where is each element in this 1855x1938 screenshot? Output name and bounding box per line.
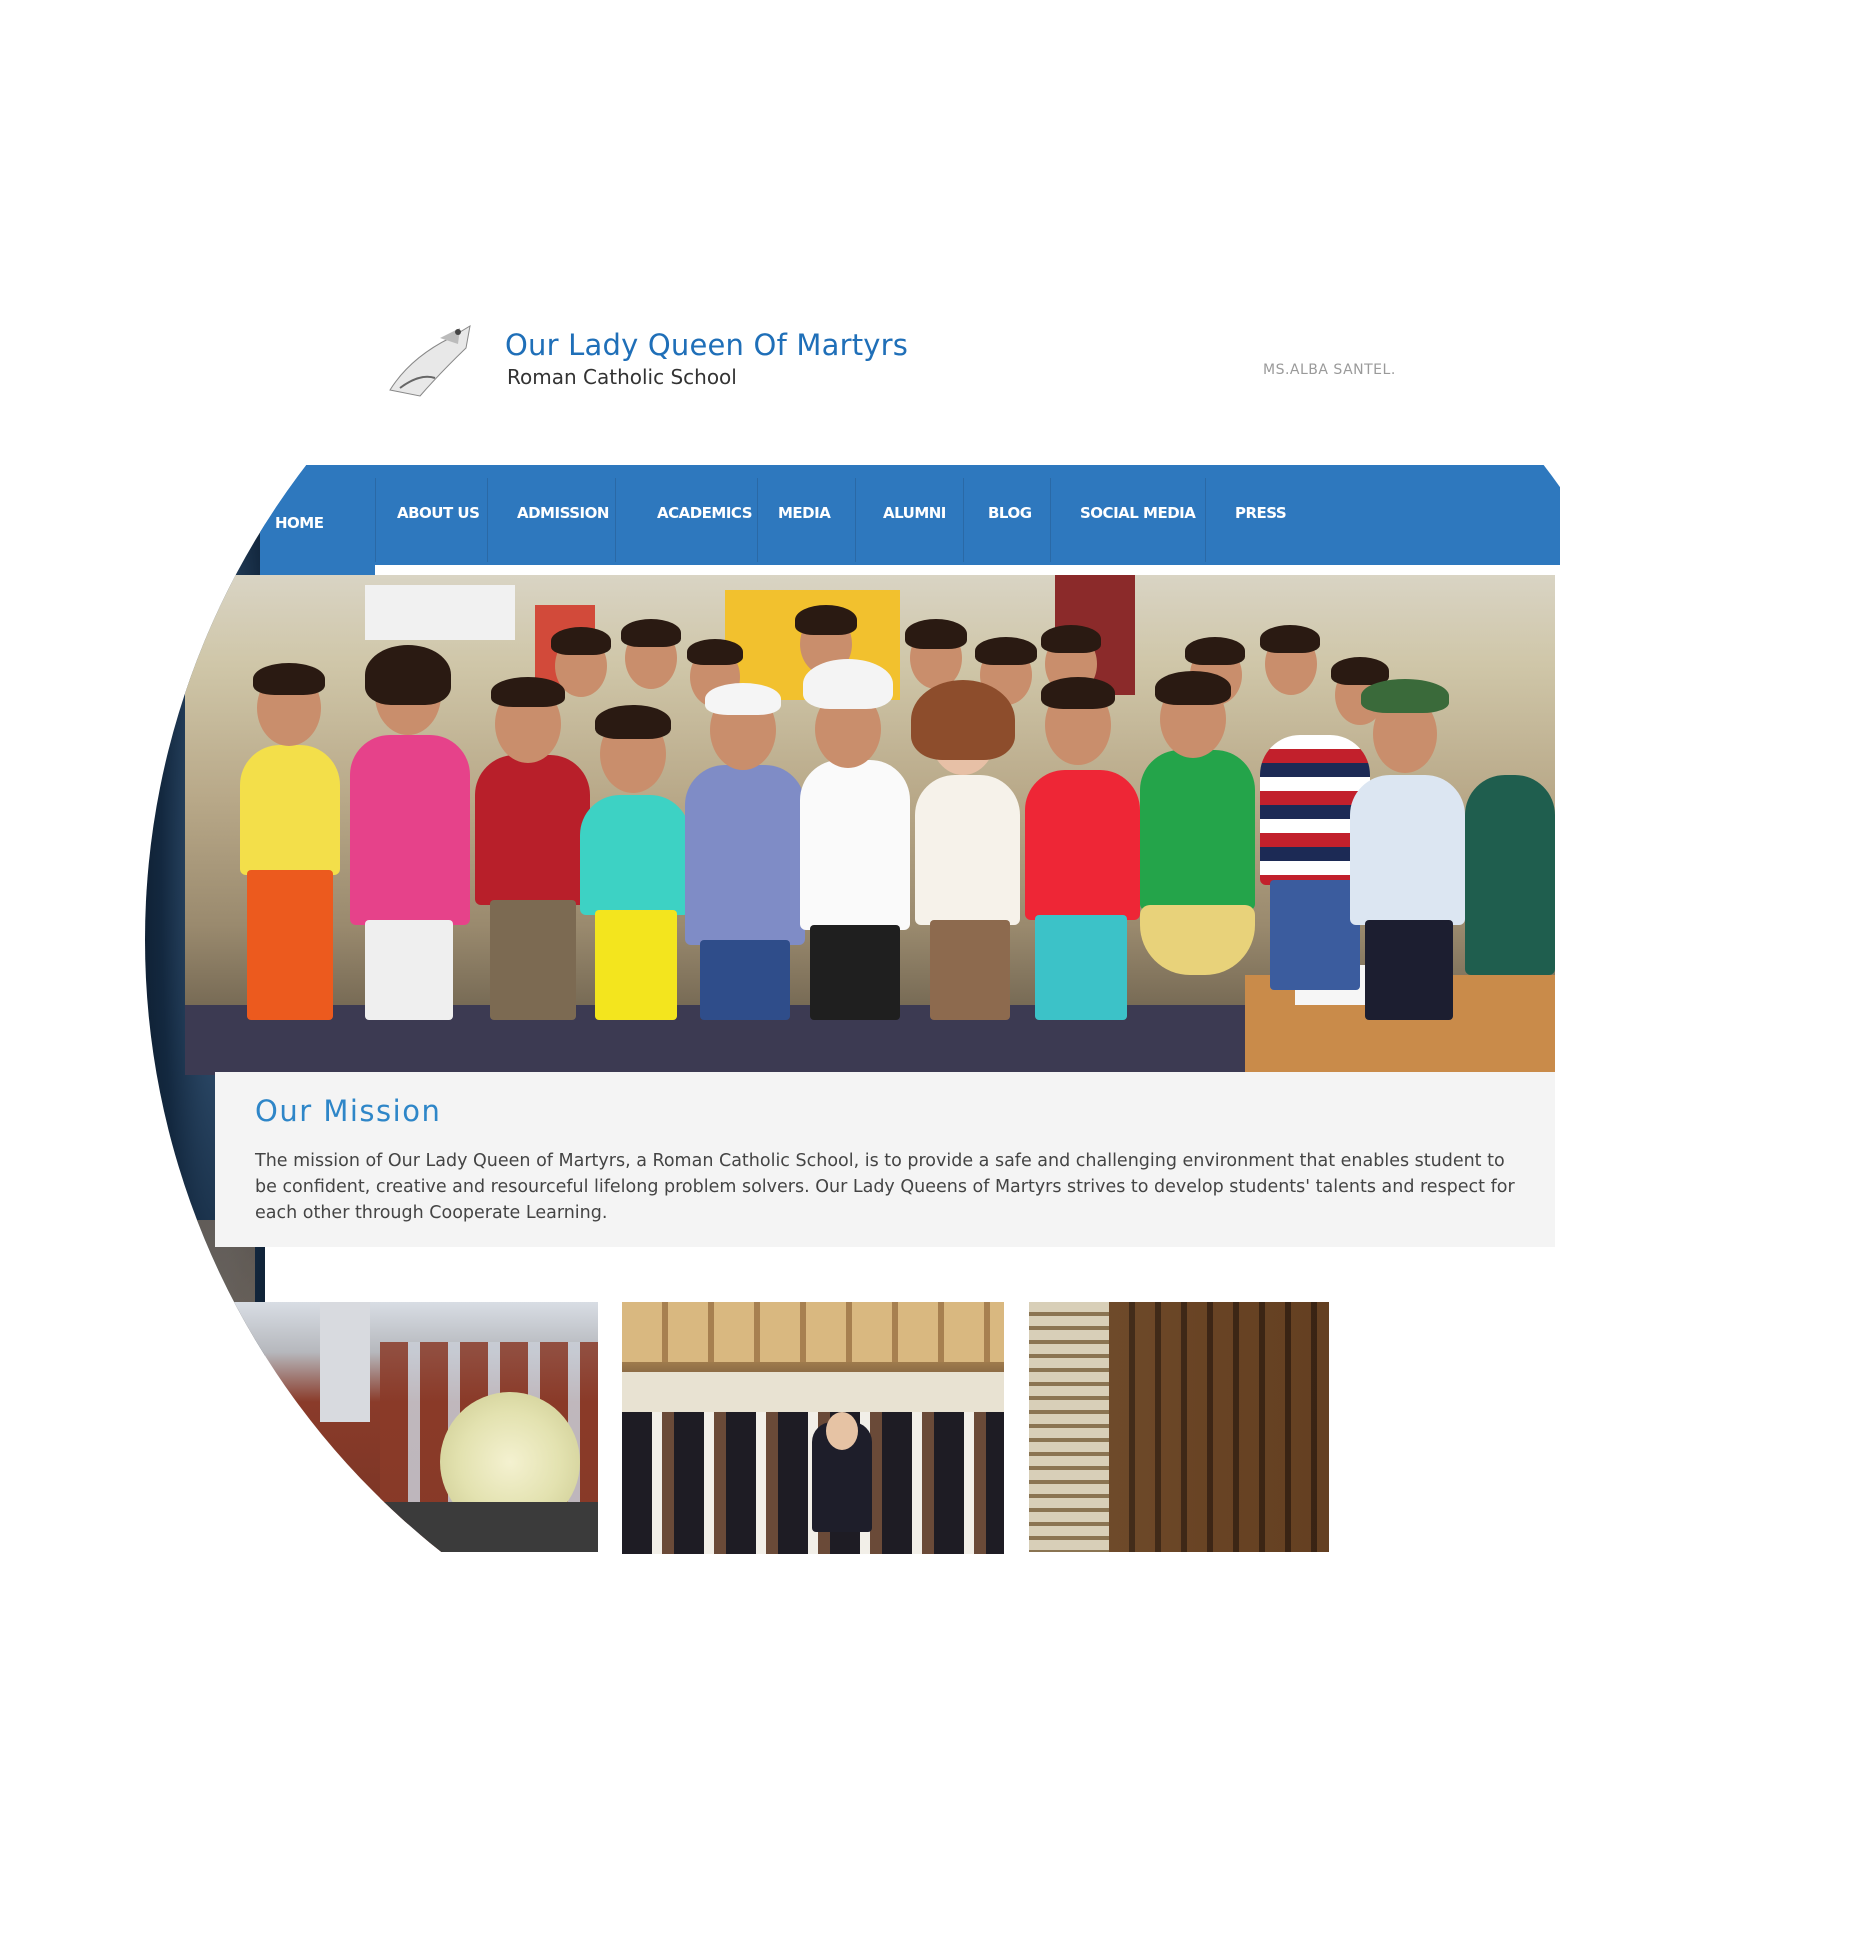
nav-separator: [375, 478, 376, 562]
nav-home[interactable]: HOME: [275, 514, 324, 532]
school-logo[interactable]: [380, 318, 480, 400]
nav-press[interactable]: PRESS: [1235, 504, 1287, 522]
nav-admission[interactable]: ADMISSION: [517, 504, 609, 522]
site-subtitle: Roman Catholic School: [507, 365, 737, 389]
thumbnail-school-building[interactable]: [230, 1302, 598, 1552]
nav-separator: [1050, 478, 1051, 562]
mission-heading: Our Mission: [255, 1094, 442, 1128]
thumbnail-library-books[interactable]: [1029, 1302, 1329, 1552]
mission-text: The mission of Our Lady Queen of Martyrs…: [255, 1151, 1515, 1223]
nav-social-media[interactable]: SOCIAL MEDIA: [1080, 504, 1196, 522]
nav-media[interactable]: MEDIA: [778, 504, 831, 522]
nav-separator: [963, 478, 964, 562]
nav-alumni[interactable]: ALUMNI: [883, 504, 946, 522]
screenshot-stage: Our Lady Queen Of Martyrs Roman Catholic…: [0, 0, 1855, 1938]
nav-separator: [615, 478, 616, 562]
nav-about-us[interactable]: ABOUT US: [397, 504, 480, 522]
nav-blog[interactable]: BLOG: [988, 504, 1032, 522]
nav-separator: [855, 478, 856, 562]
user-name[interactable]: MS.ALBA SANTEL.: [1263, 362, 1396, 378]
thumbnail-church-students[interactable]: [622, 1302, 1004, 1554]
nav-separator: [757, 478, 758, 562]
hero-photo-students: [185, 575, 1555, 1075]
nav-separator: [487, 478, 488, 562]
site-title[interactable]: Our Lady Queen Of Martyrs: [505, 328, 908, 362]
nav-academics[interactable]: ACADEMICS: [657, 504, 753, 522]
nav-separator: [1205, 478, 1206, 562]
circular-crop: Our Lady Queen Of Martyrs Roman Catholic…: [145, 160, 1705, 1720]
